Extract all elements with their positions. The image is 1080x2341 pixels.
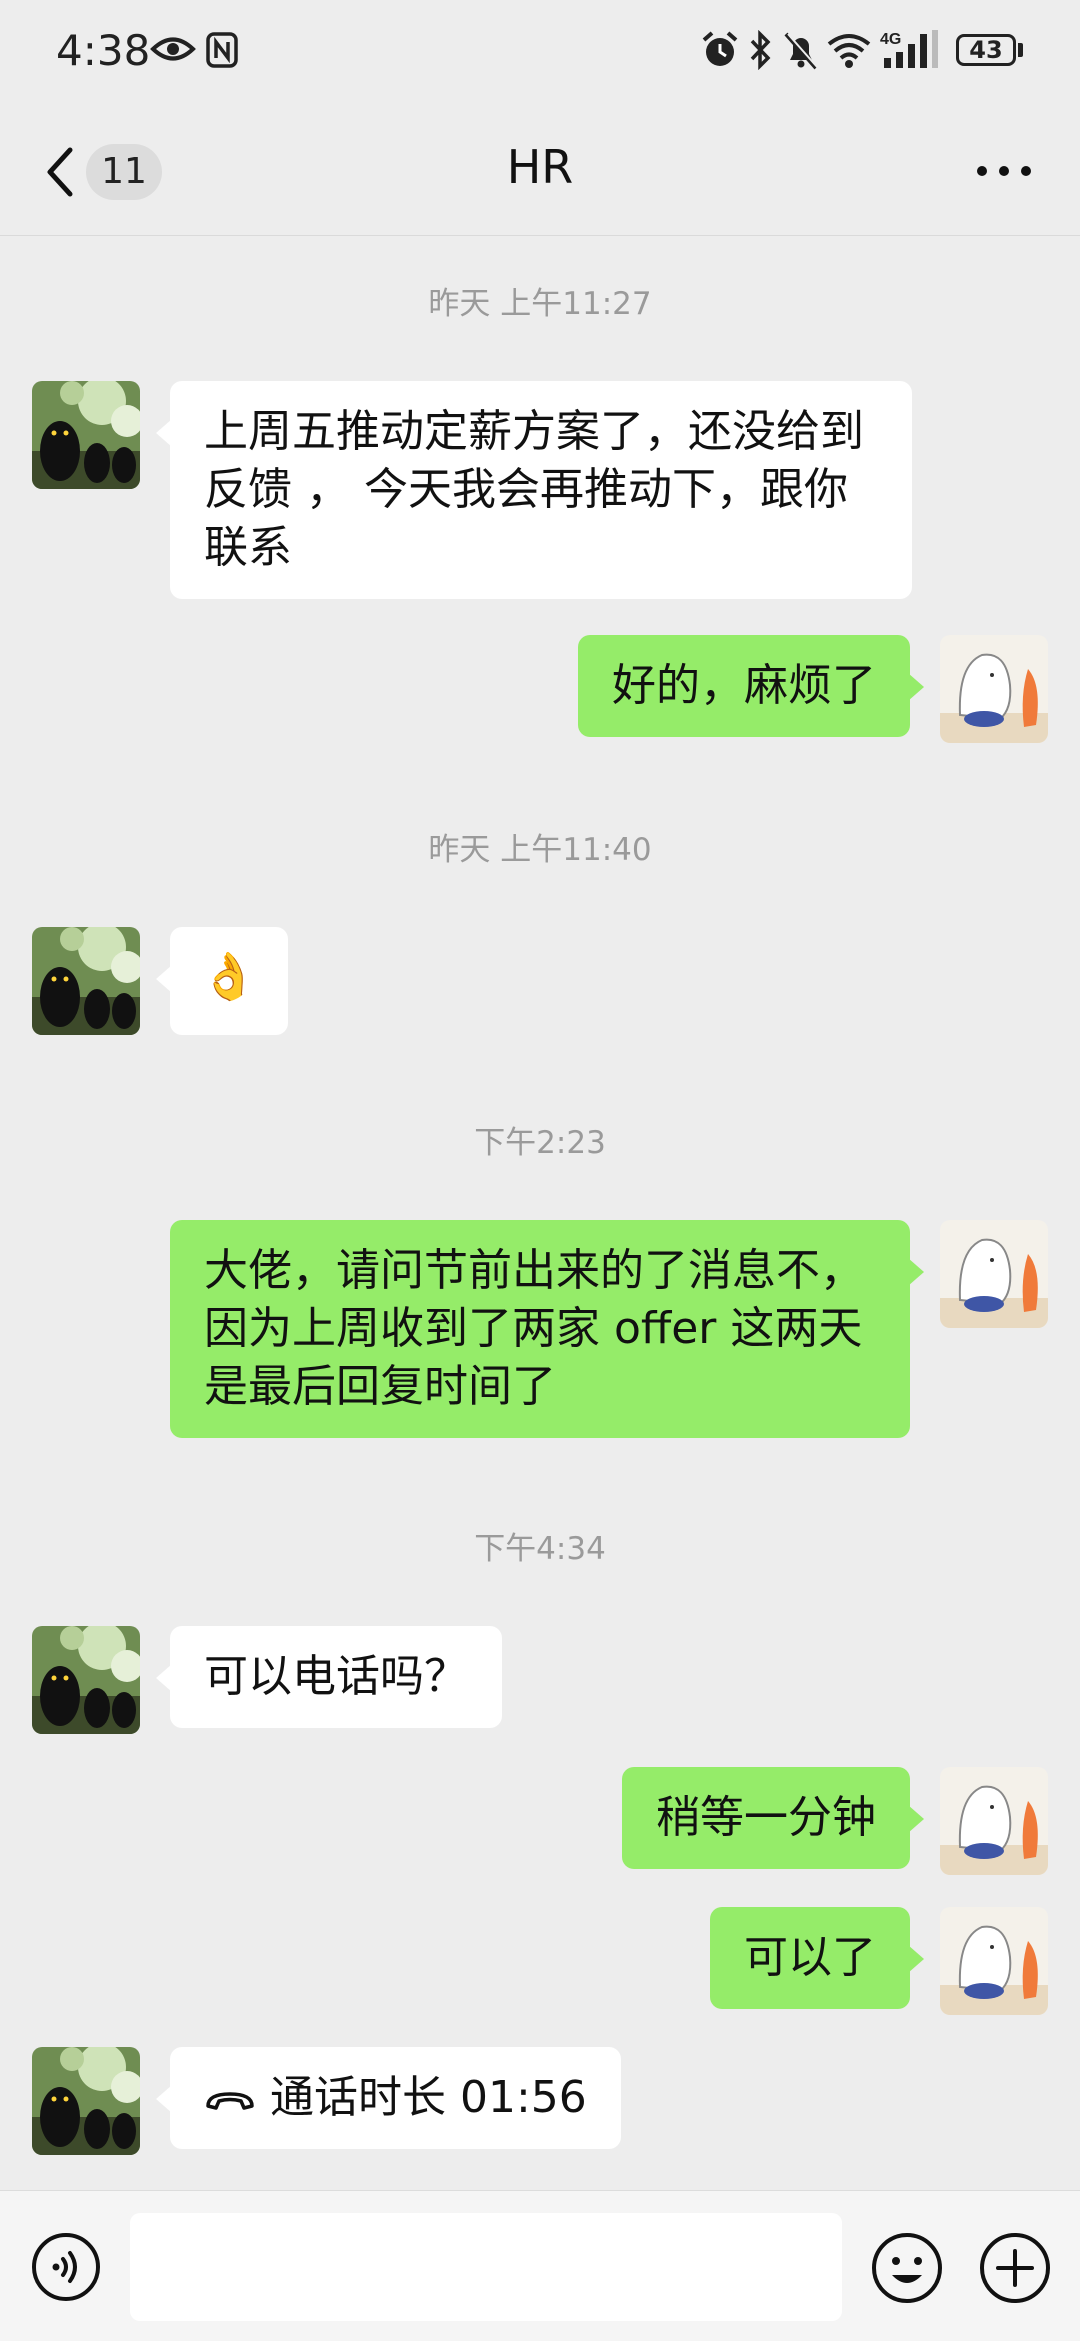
- contact-avatar[interactable]: [32, 927, 140, 1035]
- call-duration-label: 通话时长 01:56: [270, 2072, 587, 2123]
- message-timestamp: 昨天 上午11:27: [428, 286, 652, 322]
- more-options-icon[interactable]: [974, 156, 1034, 186]
- eye-icon: [150, 37, 196, 61]
- contact-avatar[interactable]: [32, 2047, 140, 2155]
- message-timestamp: 下午2:23: [474, 1125, 606, 1161]
- my-avatar[interactable]: [940, 1220, 1048, 1328]
- message-text-line: 是最后回复时间了: [204, 1361, 556, 1412]
- message-timestamp: 下午4:34: [474, 1531, 606, 1567]
- phone-hangup-icon: [206, 2092, 254, 2110]
- call-record-bubble[interactable]: 通话时长 01:56: [156, 2047, 621, 2149]
- ok-hand-emoji-icon: 👌: [200, 949, 258, 1003]
- message-text-line: 上周五推动定薪方案了，还没给到: [204, 406, 864, 457]
- battery-tip: [1018, 43, 1023, 57]
- message-text-line: 大佬，请问节前出来的了消息不，: [204, 1245, 864, 1296]
- message-text: 可以电话吗？: [204, 1651, 468, 1702]
- incoming-message-bubble[interactable]: 可以电话吗？: [156, 1626, 502, 1728]
- outgoing-message-bubble[interactable]: 大佬，请问节前出来的了消息不， 因为上周收到了两家 offer 这两天 是最后回…: [170, 1220, 924, 1438]
- mute-bell-icon: [784, 32, 819, 70]
- message-input[interactable]: [130, 2213, 842, 2321]
- incoming-message-bubble[interactable]: 上周五推动定薪方案了，还没给到 反馈 ， 今天我会再推动下，跟你 联系: [156, 381, 912, 599]
- status-time: 4:38: [56, 26, 151, 75]
- message-text-line: 联系: [204, 522, 292, 573]
- status-bar: 4:38 4G 43: [0, 0, 1080, 110]
- my-avatar[interactable]: [940, 635, 1048, 743]
- message-text: 稍等一分钟: [656, 1792, 876, 1843]
- svg-text:4G: 4G: [880, 31, 901, 48]
- my-avatar[interactable]: [940, 1767, 1048, 1875]
- message-timestamp: 昨天 上午11:40: [428, 832, 652, 868]
- message-text-line: 因为上周收到了两家 offer 这两天: [204, 1303, 863, 1354]
- signal-4g-icon: 4G: [880, 30, 938, 68]
- contact-avatar[interactable]: [32, 381, 140, 489]
- wifi-icon: [827, 34, 871, 68]
- emoji-smile-icon[interactable]: [870, 2231, 944, 2305]
- outgoing-message-bubble[interactable]: 稍等一分钟: [622, 1767, 924, 1869]
- message-text-line: 反馈 ， 今天我会再推动下，跟你: [204, 464, 848, 515]
- message-text: 好的，麻烦了: [612, 660, 876, 711]
- add-more-icon[interactable]: [978, 2231, 1052, 2305]
- outgoing-message-bubble[interactable]: 好的，麻烦了: [578, 635, 924, 737]
- nfc-icon: [206, 32, 238, 68]
- voice-input-icon[interactable]: [30, 2231, 102, 2303]
- bluetooth-icon: [750, 30, 771, 70]
- contact-avatar[interactable]: [32, 1626, 140, 1734]
- incoming-emoji-bubble[interactable]: 👌: [156, 927, 288, 1035]
- message-text: 可以了: [744, 1932, 876, 1983]
- chat-title: HR: [506, 140, 574, 194]
- input-bar: [0, 2190, 1080, 2341]
- my-avatar[interactable]: [940, 1907, 1048, 2015]
- alarm-icon: [702, 31, 738, 66]
- battery-indicator: 43: [956, 34, 1016, 66]
- chat-header: 11 HR: [0, 110, 1080, 236]
- outgoing-message-bubble[interactable]: 可以了: [710, 1907, 924, 2009]
